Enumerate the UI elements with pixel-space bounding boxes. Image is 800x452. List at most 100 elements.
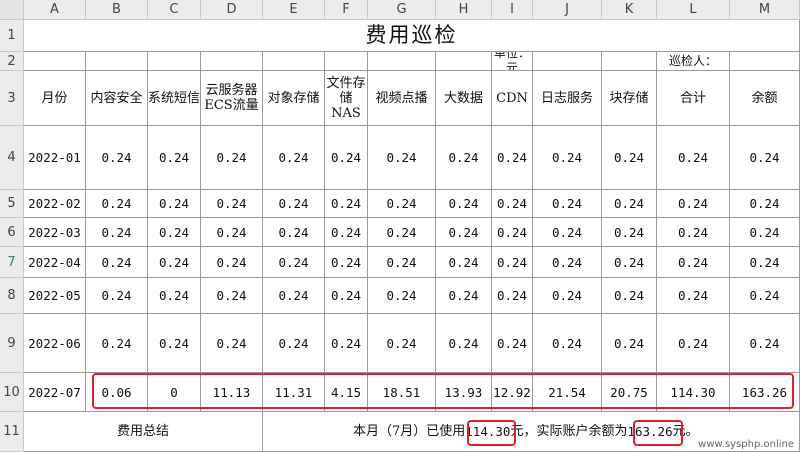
data-cell[interactable]: 0.24	[148, 314, 201, 373]
data-cell[interactable]: 0.24	[602, 314, 657, 373]
data-cell[interactable]: 0.24	[436, 247, 492, 278]
cell-row2-g[interactable]	[368, 52, 436, 71]
header-cell-3[interactable]: 系统短信	[148, 71, 201, 126]
data-cell[interactable]: 0.24	[86, 314, 148, 373]
data-cell[interactable]: 4.15	[325, 373, 368, 412]
data-cell[interactable]: 0.24	[730, 190, 800, 218]
data-cell[interactable]: 0.24	[492, 314, 533, 373]
header-cell-7[interactable]: 视频点播	[368, 71, 436, 126]
row-header-7[interactable]: 7	[0, 247, 24, 278]
data-cell[interactable]: 0.24	[436, 278, 492, 314]
data-cell[interactable]: 0.24	[657, 126, 730, 190]
data-cell[interactable]: 0.24	[368, 190, 436, 218]
data-cell[interactable]: 0.24	[492, 247, 533, 278]
cell-row2-e[interactable]	[263, 52, 325, 71]
row-header-4[interactable]: 4	[0, 126, 24, 190]
data-cell[interactable]: 0.24	[263, 190, 325, 218]
data-cell[interactable]: 0.24	[201, 126, 263, 190]
row-header-11[interactable]: 11	[0, 412, 24, 452]
header-cell-12[interactable]: 合计	[657, 71, 730, 126]
data-cell[interactable]: 0.24	[492, 126, 533, 190]
data-cell[interactable]: 21.54	[533, 373, 602, 412]
data-cell[interactable]: 0.24	[602, 247, 657, 278]
row-header-5[interactable]: 5	[0, 190, 24, 218]
data-cell[interactable]: 11.31	[263, 373, 325, 412]
data-cell[interactable]: 0.24	[492, 278, 533, 314]
data-cell[interactable]: 0.24	[368, 126, 436, 190]
data-cell[interactable]: 0.24	[325, 314, 368, 373]
unit-label-cell[interactable]: 单位：元	[492, 52, 533, 71]
data-cell[interactable]: 0.24	[730, 218, 800, 247]
data-cell[interactable]: 0.24	[263, 247, 325, 278]
column-header-d[interactable]: D	[201, 0, 263, 20]
data-cell[interactable]: 0.24	[263, 218, 325, 247]
data-cell[interactable]: 2022-07	[24, 373, 86, 412]
column-header-g[interactable]: G	[368, 0, 436, 20]
data-cell[interactable]: 2022-06	[24, 314, 86, 373]
data-cell[interactable]: 0.24	[325, 247, 368, 278]
cell-row2-j[interactable]	[533, 52, 602, 71]
data-cell[interactable]: 0.24	[730, 247, 800, 278]
data-cell[interactable]: 0.24	[730, 314, 800, 373]
row-header-9[interactable]: 9	[0, 314, 24, 373]
column-header-f[interactable]: F	[325, 0, 368, 20]
data-cell[interactable]: 2022-03	[24, 218, 86, 247]
data-cell[interactable]: 0.24	[533, 247, 602, 278]
data-cell[interactable]: 0.24	[657, 247, 730, 278]
data-cell[interactable]: 0.24	[148, 247, 201, 278]
data-cell[interactable]: 0.24	[148, 278, 201, 314]
data-cell[interactable]: 0.24	[86, 126, 148, 190]
column-header-m[interactable]: M	[730, 0, 800, 20]
data-cell[interactable]: 0.24	[602, 126, 657, 190]
row-header-1[interactable]: 1	[0, 20, 24, 52]
data-cell[interactable]: 0.24	[492, 190, 533, 218]
data-cell[interactable]: 0.24	[657, 218, 730, 247]
data-cell[interactable]: 0.24	[368, 278, 436, 314]
column-header-e[interactable]: E	[263, 0, 325, 20]
header-cell-5[interactable]: 对象存储	[263, 71, 325, 126]
cell-row2-f[interactable]	[325, 52, 368, 71]
data-cell[interactable]: 0.24	[533, 190, 602, 218]
cell-row2-h[interactable]	[436, 52, 492, 71]
summary-label-cell[interactable]: 费用总结	[24, 412, 263, 452]
data-cell[interactable]: 0.24	[657, 314, 730, 373]
data-cell[interactable]: 0.24	[602, 218, 657, 247]
column-header-b[interactable]: B	[86, 0, 148, 20]
cell-row2-b[interactable]	[86, 52, 148, 71]
data-cell[interactable]: 0.24	[436, 218, 492, 247]
header-cell-8[interactable]: 大数据	[436, 71, 492, 126]
data-cell[interactable]: 0.24	[201, 278, 263, 314]
data-cell[interactable]: 0.24	[325, 126, 368, 190]
data-cell[interactable]: 0.24	[325, 278, 368, 314]
header-cell-4[interactable]: 云服务器ECS流量	[201, 71, 263, 126]
data-cell[interactable]: 0.24	[730, 278, 800, 314]
select-all-corner[interactable]	[0, 0, 24, 20]
data-cell[interactable]: 12.92	[492, 373, 533, 412]
cell-row2-k[interactable]	[602, 52, 657, 71]
data-cell[interactable]: 0.24	[533, 218, 602, 247]
header-cell-2[interactable]: 内容安全	[86, 71, 148, 126]
data-cell[interactable]: 0.24	[436, 314, 492, 373]
data-cell[interactable]: 0.24	[533, 126, 602, 190]
data-cell[interactable]: 0.24	[533, 278, 602, 314]
data-cell[interactable]: 0.24	[602, 278, 657, 314]
data-cell[interactable]: 0.06	[86, 373, 148, 412]
row-header-8[interactable]: 8	[0, 278, 24, 314]
data-cell[interactable]: 0.24	[436, 126, 492, 190]
data-cell[interactable]: 0.24	[368, 247, 436, 278]
data-cell[interactable]: 0.24	[86, 247, 148, 278]
header-cell-1[interactable]: 月份	[24, 71, 86, 126]
data-cell[interactable]: 0.24	[263, 314, 325, 373]
data-cell[interactable]: 0.24	[436, 190, 492, 218]
data-cell[interactable]: 13.93	[436, 373, 492, 412]
row-header-6[interactable]: 6	[0, 218, 24, 247]
column-header-c[interactable]: C	[148, 0, 201, 20]
data-cell[interactable]: 0.24	[325, 190, 368, 218]
data-cell[interactable]: 0.24	[86, 190, 148, 218]
data-cell[interactable]: 2022-02	[24, 190, 86, 218]
cell-row2-a[interactable]	[24, 52, 86, 71]
data-cell[interactable]: 0.24	[657, 190, 730, 218]
cell-row2-c[interactable]	[148, 52, 201, 71]
data-cell[interactable]: 0	[148, 373, 201, 412]
header-cell-9[interactable]: CDN	[492, 71, 533, 126]
